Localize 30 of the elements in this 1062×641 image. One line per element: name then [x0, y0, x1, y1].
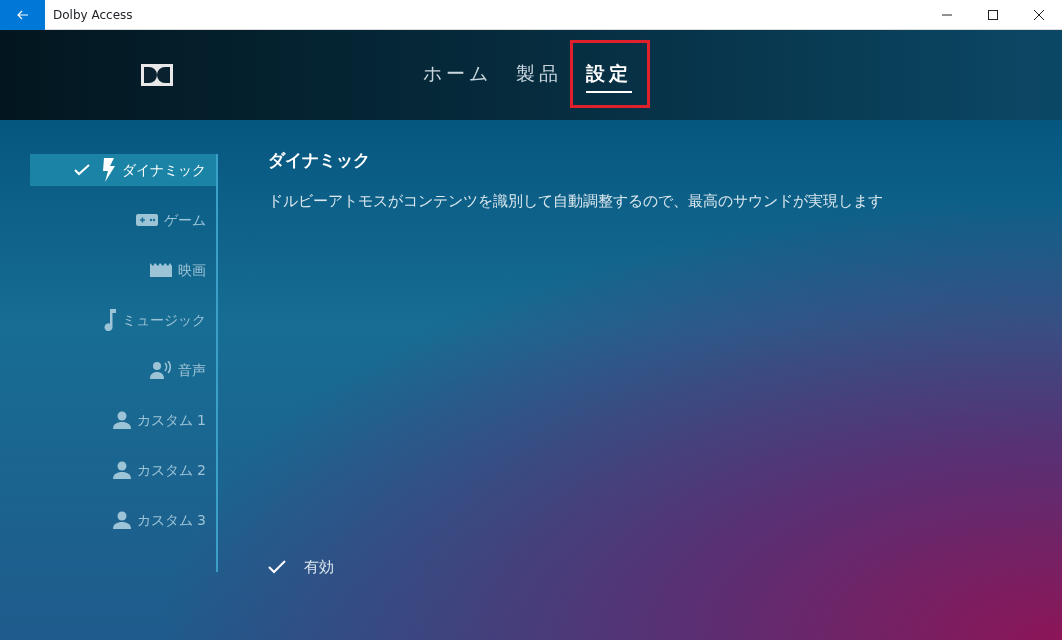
maximize-icon: [988, 9, 998, 20]
sidebar-item[interactable]: 映画: [30, 254, 216, 286]
sidebar-item[interactable]: ダイナミック: [30, 154, 216, 186]
person-icon: [112, 461, 131, 479]
section-description: ドルビーアトモスがコンテンツを識別して自動調整するので、最高のサウンドが実現します: [268, 190, 883, 212]
clapperboard-icon: [150, 263, 172, 277]
person-icon: [112, 411, 131, 429]
person-icon: [112, 511, 131, 529]
nav-tab[interactable]: 設定: [586, 56, 632, 94]
gamepad-icon: [136, 214, 158, 226]
window-title: Dolby Access: [53, 6, 133, 24]
logo-icon: [141, 64, 173, 86]
nav-tab[interactable]: ホーム: [423, 56, 492, 92]
sidebar-item[interactable]: ゲーム: [30, 204, 216, 236]
back-arrow-icon: [16, 9, 29, 20]
back-button[interactable]: [0, 0, 45, 30]
checkmark-icon: [74, 164, 90, 176]
nav-tab[interactable]: 製品: [516, 56, 562, 92]
enabled-checkbox[interactable]: 有効: [268, 555, 883, 578]
checkmark-icon: [268, 559, 286, 574]
sidebar-item[interactable]: ミュージック: [30, 304, 216, 336]
bolt-icon: [102, 158, 116, 182]
sidebar-item[interactable]: カスタム 3: [30, 504, 216, 536]
close-icon: [1034, 9, 1044, 20]
sidebar-item[interactable]: カスタム 1: [30, 404, 216, 436]
section-title: ダイナミック: [268, 149, 371, 172]
music-note-icon: [104, 309, 116, 331]
sidebar-item[interactable]: カスタム 2: [30, 454, 216, 486]
sidebar-item[interactable]: 音声: [30, 354, 216, 386]
speaking-person-icon: [150, 361, 172, 379]
